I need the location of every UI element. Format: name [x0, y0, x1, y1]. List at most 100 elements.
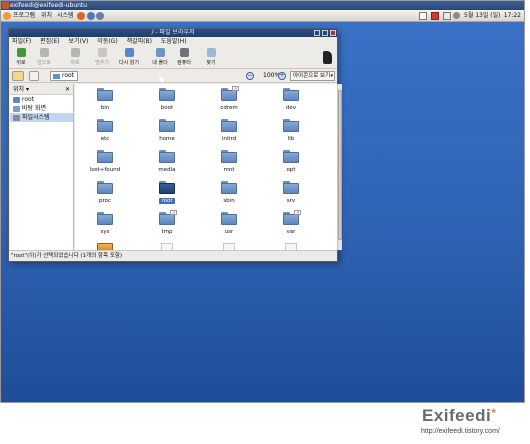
file-item[interactable]: home [147, 119, 187, 143]
zoom-out-icon[interactable]: − [246, 72, 254, 80]
folder-icon: ↗ [159, 210, 177, 225]
file-item[interactable]: bin [85, 88, 125, 112]
scrollbar-thumb[interactable] [338, 90, 342, 240]
folder-icon [97, 119, 113, 132]
file-item[interactable]: etc [85, 119, 125, 143]
search-icon [206, 48, 216, 57]
breadcrumb-root[interactable]: root [50, 71, 79, 81]
screen-title-bar: exifeedi@exifeedi-ubuntu [1, 1, 524, 10]
file-name: home [159, 136, 175, 142]
file-item[interactable]: sbin [209, 181, 249, 205]
symlink-icon: ↗ [232, 86, 239, 91]
file-item[interactable]: proc [85, 181, 125, 205]
folder-icon: ↗ [283, 210, 301, 225]
maximize-icon[interactable] [322, 30, 328, 36]
stop-icon [97, 48, 107, 57]
status-bar: "root"(이)가 선택되었습니다 (1개의 항목 포함) [9, 250, 337, 261]
file-item[interactable] [209, 243, 249, 250]
file-item[interactable]: usr [209, 212, 249, 236]
toolbar: 뒤로 앞으로 위로 멈추기 다시 읽기 내 폴더 컴퓨터 찾기 [9, 47, 337, 69]
file-name: lib [287, 136, 295, 142]
file-item[interactable]: opt [271, 150, 311, 174]
file-name: initrd [221, 136, 237, 142]
network-icon[interactable] [443, 12, 451, 20]
file-item[interactable]: mnt [209, 150, 249, 174]
panel-date[interactable]: 5월 13일 (일) [464, 10, 501, 22]
file-item[interactable] [271, 243, 311, 250]
stop-button[interactable]: 멈추기 [92, 48, 112, 66]
computer-button[interactable]: 컴퓨터 [174, 48, 194, 66]
file-item[interactable]: boot [147, 88, 187, 112]
ubuntu-logo-icon[interactable] [3, 12, 11, 20]
sidebar-item-filesystem[interactable]: 파일시스템 [10, 113, 73, 122]
file-item[interactable]: initrd [209, 119, 249, 143]
menu-system[interactable]: 시스템 [57, 10, 74, 22]
symlink-icon: ↗ [294, 210, 301, 215]
breadcrumb-left-button[interactable] [29, 71, 39, 81]
panel-clock[interactable]: 17:22 [504, 10, 521, 22]
file-item[interactable] [147, 243, 187, 250]
file-name: bin [100, 105, 110, 111]
folder-icon [159, 150, 175, 163]
minimize-icon[interactable] [314, 30, 320, 36]
sidebar-header[interactable]: 위치 ▾ ✕ [10, 84, 73, 95]
menu-view[interactable]: 보기(V) [69, 38, 89, 45]
watermark-logo: Exifeedi* [422, 406, 497, 425]
file-name: cdrom [220, 105, 238, 111]
edit-location-icon[interactable] [12, 71, 24, 81]
search-button[interactable]: 찾기 [204, 48, 218, 66]
menu-edit[interactable]: 편집(E) [40, 38, 60, 45]
file-item[interactable]: srv [271, 181, 311, 205]
file-item[interactable]: sys [85, 212, 125, 236]
notification-icon[interactable] [431, 12, 439, 20]
zoom-in-icon[interactable]: + [278, 72, 286, 80]
help-icon[interactable] [96, 12, 104, 20]
file-name: srv [286, 198, 296, 204]
folder-icon [53, 74, 60, 79]
window-title-bar[interactable]: / - 파일 브라우저 [9, 29, 337, 37]
view-mode-select[interactable]: 아이콘으로 보기 ▾ [290, 71, 335, 81]
file-item[interactable]: dev [271, 88, 311, 112]
menu-applications[interactable]: 프로그램 [13, 10, 35, 22]
menu-places[interactable]: 위치 [41, 10, 52, 22]
reload-button[interactable]: 다시 읽기 [116, 48, 142, 66]
folder-icon [159, 88, 175, 101]
file-item[interactable]: lib [271, 119, 311, 143]
firefox-icon[interactable] [77, 12, 85, 20]
folder-icon [221, 119, 237, 132]
back-button[interactable]: 뒤로 [12, 48, 30, 66]
folder-icon [97, 181, 113, 194]
file-item[interactable]: root [147, 181, 187, 205]
folder-icon: ↗ [221, 86, 239, 101]
up-button[interactable]: 위로 [68, 48, 82, 66]
file-item[interactable]: ↗ cdrom [209, 86, 249, 112]
menu-go[interactable]: 이동(G) [97, 38, 117, 45]
menu-bookmarks[interactable]: 책갈피(B) [127, 38, 152, 45]
file-browser-window: / - 파일 브라우저 파일(F) 편집(E) 보기(V) 이동(G) 책갈피(… [8, 28, 342, 262]
close-icon[interactable] [330, 30, 336, 36]
file-name: etc [100, 136, 110, 142]
workspace-icon[interactable] [419, 12, 427, 20]
file-name: root [159, 198, 175, 204]
screen-title: exifeedi@exifeedi-ubuntu [10, 2, 88, 9]
forward-button[interactable]: 앞으로 [33, 48, 55, 66]
file-item[interactable]: ↗ tmp [147, 210, 187, 236]
folder-icon [159, 181, 175, 194]
file-item[interactable]: lost+found [85, 150, 125, 174]
file-view: bin boot ↗ cdrom dev etc home initrd lib lost+fou… [75, 84, 337, 250]
close-sidebar-icon[interactable]: ✕ [65, 84, 70, 95]
file-item[interactable]: ↗ var [271, 210, 311, 236]
file-item[interactable] [85, 243, 125, 250]
email-icon[interactable] [87, 12, 95, 20]
back-arrow-icon [16, 48, 26, 57]
home-folder-button[interactable]: 내 폴더 [149, 48, 171, 66]
forward-arrow-icon [39, 48, 49, 57]
vertical-scrollbar[interactable] [337, 84, 342, 250]
sidebar-item-desktop[interactable]: 바탕 화면 [10, 104, 73, 113]
sidebar-item-root[interactable]: root [10, 95, 73, 104]
menu-file[interactable]: 파일(F) [12, 38, 31, 45]
volume-icon[interactable] [453, 12, 460, 19]
menu-help[interactable]: 도움말(H) [161, 38, 187, 45]
window-title: / - 파일 브라우저 [151, 29, 195, 36]
file-item[interactable]: media [147, 150, 187, 174]
